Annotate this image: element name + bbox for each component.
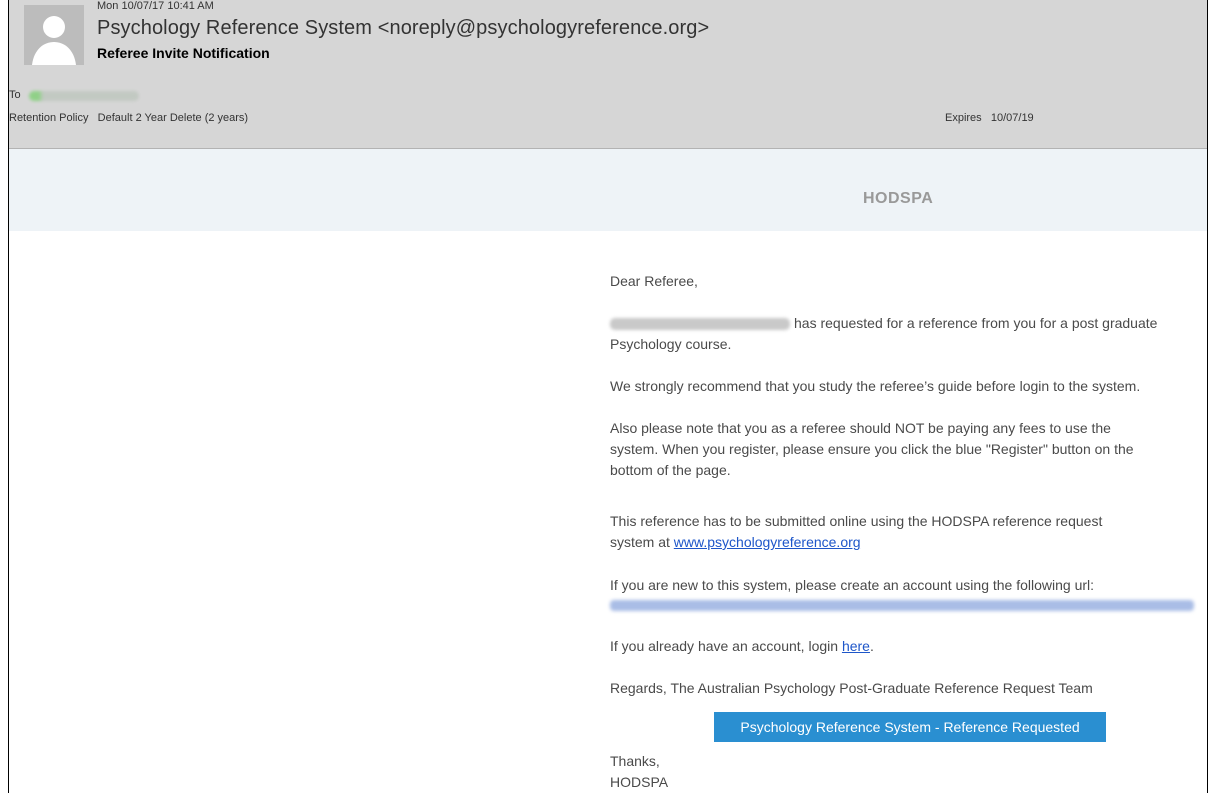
login-suffix: .: [869, 638, 874, 654]
greeting: Dear Referee,: [610, 273, 698, 289]
fees-line-3: bottom of the page.: [610, 462, 731, 478]
sender-avatar: [24, 5, 84, 65]
signup-url-redacted[interactable]: [610, 600, 1194, 611]
sender[interactable]: Psychology Reference System <noreply@psy…: [97, 17, 709, 40]
regards: Regards, The Australian Psychology Post-…: [610, 680, 1093, 696]
subject: Referee Invite Notification: [97, 45, 270, 61]
request-paragraph: has requested for a reference from you f…: [610, 313, 1195, 355]
login-link[interactable]: here: [842, 638, 870, 654]
new-user-paragraph: If you are new to this system, please cr…: [610, 577, 1095, 593]
retention-label: Retention Policy: [9, 112, 89, 124]
brand-title: HODSPA: [863, 190, 934, 207]
fees-line-1: Also please note that you as a referee s…: [610, 420, 1111, 436]
recipient-redacted[interactable]: [29, 91, 139, 101]
sign-off: Thanks, HODSPA: [610, 751, 1195, 793]
expires-value: 10/07/19: [990, 112, 1034, 124]
recommend-paragraph: We strongly recommend that you study the…: [610, 378, 1141, 394]
fees-paragraph: Also please note that you as a referee s…: [610, 418, 1195, 481]
message-header: Mon 10/07/17 10:41 AM Psychology Referen…: [9, 0, 1207, 149]
retention-value: Default 2 Year Delete (2 years): [97, 112, 249, 124]
submit-paragraph: This reference has to be submitted onlin…: [610, 511, 1195, 553]
signature: HODSPA: [610, 774, 669, 790]
retention-policy: Retention Policy Default 2 Year Delete (…: [9, 112, 248, 124]
student-name-redacted: [610, 318, 790, 331]
brand-bar: [9, 149, 1207, 231]
thanks: Thanks,: [610, 753, 660, 769]
person-icon: [24, 5, 84, 65]
expiry: Expires 10/07/19: [945, 112, 1034, 124]
message-date: Mon 10/07/17 10:41 AM: [97, 0, 214, 12]
expires-label: Expires: [945, 112, 982, 124]
request-line-2: Psychology course.: [610, 336, 732, 352]
reference-requested-button[interactable]: Psychology Reference System - Reference …: [714, 712, 1106, 742]
login-paragraph: If you already have an account, login he…: [610, 636, 1195, 657]
website-link[interactable]: www.psychologyreference.org: [674, 534, 861, 550]
fees-line-2: system. When you register, please ensure…: [610, 441, 1134, 457]
submit-line-2-prefix: system at: [610, 534, 670, 550]
request-line-1: has requested for a reference from you f…: [794, 315, 1158, 331]
to-label: To: [9, 89, 21, 101]
login-prefix: If you already have an account, login: [610, 638, 839, 654]
submit-line-1: This reference has to be submitted onlin…: [610, 513, 1103, 529]
